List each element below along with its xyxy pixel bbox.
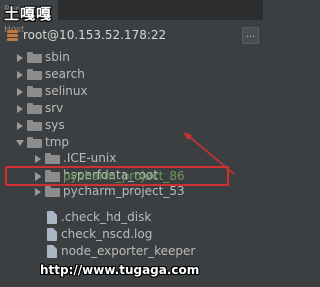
annotation-arrow-icon bbox=[183, 132, 235, 175]
watermark-bottom: http://www.tugaga.com bbox=[40, 263, 200, 277]
